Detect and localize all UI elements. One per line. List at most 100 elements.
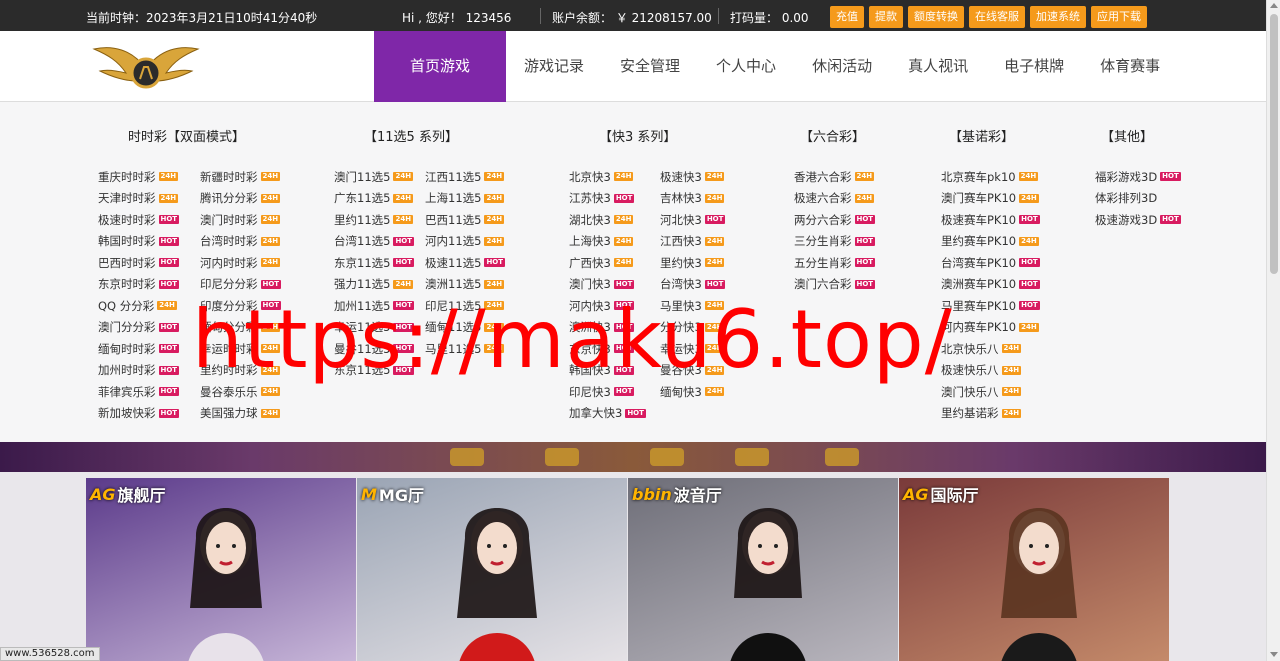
support-button[interactable]: 在线客服 bbox=[969, 6, 1025, 28]
game-link[interactable]: 巴西时时彩 HOT bbox=[98, 255, 200, 271]
game-link[interactable]: 台湾赛车PK10 HOT bbox=[941, 255, 1040, 271]
game-link[interactable]: 澳门11选5 24H bbox=[334, 169, 425, 185]
game-link[interactable]: 里约快3 24H bbox=[660, 255, 725, 271]
game-link[interactable]: 里约赛车PK10 24H bbox=[941, 233, 1039, 249]
nav-game-records[interactable]: 游戏记录 bbox=[506, 31, 602, 102]
game-link[interactable]: 澳门六合彩 HOT bbox=[794, 276, 876, 292]
game-link[interactable]: 上海快3 24H bbox=[569, 233, 660, 249]
game-link[interactable]: 广东11选5 24H bbox=[334, 190, 425, 206]
game-link[interactable]: 极速快乐八 24H bbox=[941, 362, 1022, 378]
game-row: 江苏快3 HOT 吉林快3 24H bbox=[569, 188, 725, 210]
game-link[interactable]: 极速快3 24H bbox=[660, 169, 725, 185]
game-link[interactable]: 河内11选5 24H bbox=[425, 233, 505, 249]
game-link[interactable]: 东京时时彩 HOT bbox=[98, 276, 200, 292]
game-link[interactable]: 湖北快3 24H bbox=[569, 212, 660, 228]
game-link[interactable]: 极速六合彩 24H bbox=[794, 190, 875, 206]
game-name: 上海11选5 bbox=[425, 191, 482, 206]
game-link[interactable]: 里约基诺彩 24H bbox=[941, 405, 1022, 421]
game-link[interactable]: 重庆时时彩 24H bbox=[98, 169, 200, 185]
scroll-thumb[interactable] bbox=[1270, 14, 1278, 274]
game-link[interactable]: 印尼分分彩 HOT bbox=[200, 276, 282, 292]
scroll-down-arrow-icon[interactable] bbox=[1270, 652, 1278, 657]
game-link[interactable]: 加州时时彩 HOT bbox=[98, 362, 200, 378]
game-link[interactable]: 新疆时时彩 24H bbox=[200, 169, 281, 185]
game-link[interactable]: 江西11选5 24H bbox=[425, 169, 505, 185]
game-name: 极速快3 bbox=[660, 169, 702, 184]
nav-home-games[interactable]: 首页游戏 bbox=[374, 31, 507, 102]
game-link[interactable]: 澳门时时彩 24H bbox=[200, 212, 281, 228]
game-link[interactable]: 曼谷泰乐乐 24H bbox=[200, 384, 281, 400]
game-link[interactable]: 加拿大快3 HOT bbox=[569, 405, 660, 421]
divider bbox=[718, 8, 719, 24]
deposit-button[interactable]: 充值 bbox=[830, 6, 864, 28]
game-link[interactable]: 新加坡快彩 HOT bbox=[98, 405, 200, 421]
game-link[interactable]: 澳洲11选5 24H bbox=[425, 276, 505, 292]
site-logo[interactable] bbox=[92, 39, 200, 95]
game-link[interactable]: 北京快3 24H bbox=[569, 169, 660, 185]
game-link[interactable]: 河内赛车PK10 24H bbox=[941, 319, 1039, 335]
game-link[interactable]: 福彩游戏3D HOT bbox=[1095, 169, 1181, 185]
game-link[interactable]: 极速赛车PK10 HOT bbox=[941, 212, 1040, 228]
game-link[interactable]: 体彩排列3D bbox=[1095, 190, 1157, 206]
game-name: 吉林快3 bbox=[660, 191, 702, 206]
game-link[interactable]: 江苏快3 HOT bbox=[569, 190, 660, 206]
game-link[interactable]: 东京11选5 HOT bbox=[334, 255, 425, 271]
game-link[interactable]: 香港六合彩 24H bbox=[794, 169, 875, 185]
transfer-button[interactable]: 额度转换 bbox=[908, 6, 964, 28]
game-link[interactable]: 吉林快3 24H bbox=[660, 190, 725, 206]
game-link[interactable]: 美国强力球 24H bbox=[200, 405, 281, 421]
game-link[interactable]: 台湾11选5 HOT bbox=[334, 233, 425, 249]
game-link[interactable]: 两分六合彩 HOT bbox=[794, 212, 876, 228]
game-link[interactable]: 腾讯分分彩 24H bbox=[200, 190, 281, 206]
game-link[interactable]: 河北快3 HOT bbox=[660, 212, 726, 228]
game-link[interactable]: 印尼快3 HOT bbox=[569, 384, 660, 400]
nav-activities[interactable]: 休闲活动 bbox=[794, 31, 890, 102]
game-link[interactable]: 强力11选5 24H bbox=[334, 276, 425, 292]
game-link[interactable]: 五分生肖彩 HOT bbox=[794, 255, 876, 271]
game-link[interactable]: 缅甸时时彩 HOT bbox=[98, 341, 200, 357]
hall-card-mg[interactable]: M MG厅 bbox=[357, 478, 627, 661]
nav-personal-center[interactable]: 个人中心 bbox=[698, 31, 794, 102]
hot-badge: HOT bbox=[704, 215, 726, 225]
game-link[interactable]: 韩国时时彩 HOT bbox=[98, 233, 200, 249]
game-link[interactable]: 马里赛车PK10 HOT bbox=[941, 298, 1040, 314]
nav-security[interactable]: 安全管理 bbox=[602, 31, 698, 102]
game-link[interactable]: 台湾时时彩 24H bbox=[200, 233, 281, 249]
page-scrollbar[interactable] bbox=[1266, 0, 1280, 661]
accelerate-button[interactable]: 加速系统 bbox=[1030, 6, 1086, 28]
game-link[interactable]: 广西快3 24H bbox=[569, 255, 660, 271]
game-name: 北京赛车pk10 bbox=[941, 169, 1016, 184]
game-link[interactable]: 巴西11选5 24H bbox=[425, 212, 505, 228]
game-link[interactable]: 极速11选5 HOT bbox=[425, 255, 506, 271]
hall-card-ag-flagship[interactable]: AG 旗舰厅 bbox=[86, 478, 356, 661]
game-link[interactable]: 台湾快3 HOT bbox=[660, 276, 726, 292]
game-link[interactable]: 澳门快乐八 24H bbox=[941, 384, 1022, 400]
game-link[interactable]: QQ 分分彩 24H bbox=[98, 298, 200, 314]
app-download-button[interactable]: 应用下载 bbox=[1091, 6, 1147, 28]
game-link[interactable]: 三分生肖彩 HOT bbox=[794, 233, 876, 249]
game-link[interactable]: 极速时时彩 HOT bbox=[98, 212, 200, 228]
game-link[interactable]: 里约11选5 24H bbox=[334, 212, 425, 228]
game-link[interactable]: 澳门分分彩 HOT bbox=[98, 319, 200, 335]
game-link[interactable]: 天津时时彩 24H bbox=[98, 190, 200, 206]
game-link[interactable]: 极速游戏3D HOT bbox=[1095, 212, 1181, 228]
game-link[interactable]: 河内时时彩 24H bbox=[200, 255, 281, 271]
scroll-up-arrow-icon[interactable] bbox=[1270, 3, 1278, 8]
24h-badge: 24H bbox=[393, 279, 414, 289]
hall-card-bbin[interactable]: bbin 波音厅 bbox=[628, 478, 898, 661]
game-link[interactable]: 菲律宾乐彩 HOT bbox=[98, 384, 200, 400]
game-link[interactable]: 江西快3 24H bbox=[660, 233, 725, 249]
withdraw-button[interactable]: 提款 bbox=[869, 6, 903, 28]
game-link[interactable]: 澳洲赛车PK10 HOT bbox=[941, 276, 1040, 292]
nav-live-video[interactable]: 真人视讯 bbox=[890, 31, 986, 102]
nav-chess-cards[interactable]: 电子棋牌 bbox=[986, 31, 1082, 102]
game-link[interactable]: 北京快乐八 24H bbox=[941, 341, 1022, 357]
hall-card-ag-international[interactable]: AG 国际厅 bbox=[899, 478, 1169, 661]
game-link[interactable]: 上海11选5 24H bbox=[425, 190, 505, 206]
nav-sports[interactable]: 体育赛事 bbox=[1082, 31, 1178, 102]
game-link[interactable]: 澳门快3 HOT bbox=[569, 276, 660, 292]
game-link[interactable]: 缅甸快3 24H bbox=[660, 384, 725, 400]
game-link[interactable]: 澳门赛车PK10 24H bbox=[941, 190, 1039, 206]
game-link[interactable]: 北京赛车pk10 24H bbox=[941, 169, 1039, 185]
24h-badge: 24H bbox=[704, 258, 725, 268]
